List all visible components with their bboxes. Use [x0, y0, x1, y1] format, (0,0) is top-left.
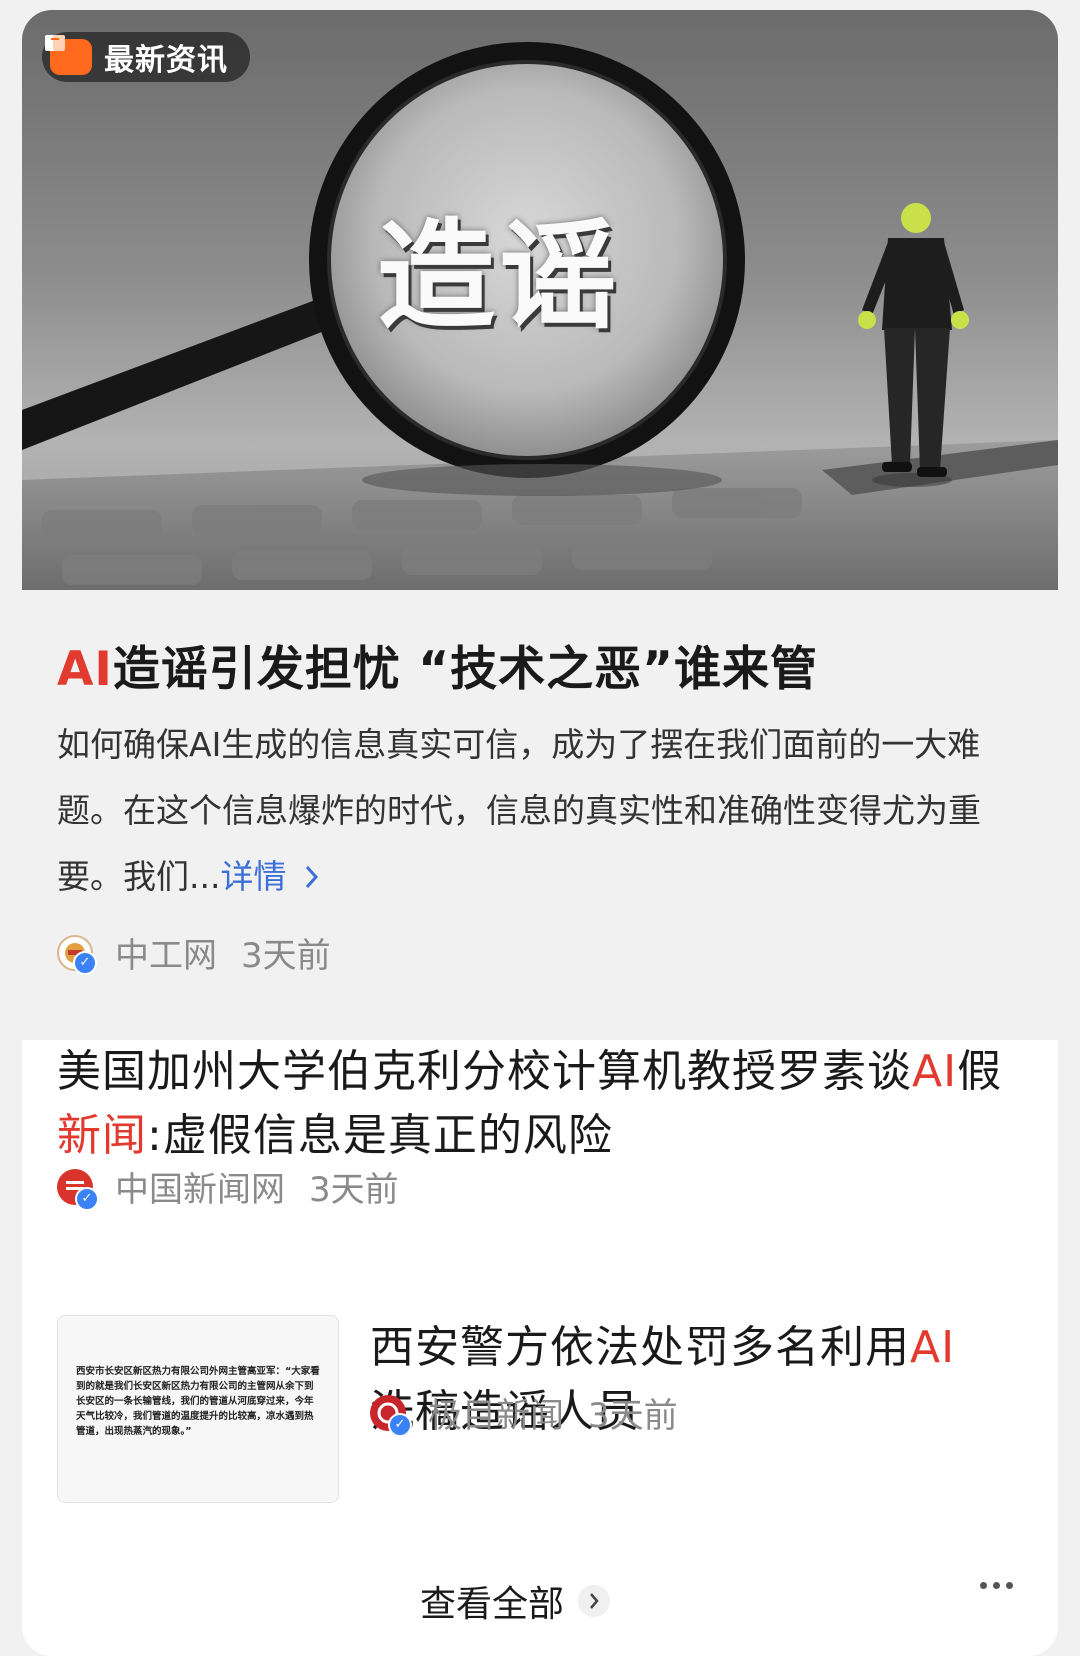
source-logo-icon: ✓ [57, 1168, 99, 1211]
publish-time: 3天前 [309, 1170, 399, 1210]
title-text: 造谣引发担忧 “技术之恶”谁来管 [112, 642, 819, 697]
summary-text: 如何确保AI生成的信息真实可信，成为了摆在我们面前的一大难题。在这个信息爆炸的时… [57, 725, 981, 896]
title-highlight: 新闻 [57, 1110, 147, 1161]
badge-label: 最新资讯 [104, 43, 228, 78]
title-highlight: AI [910, 1322, 956, 1373]
source-name[interactable]: 中国新闻网 [115, 1162, 285, 1211]
news-meta: ✓ 极目新闻 3天前 [370, 1388, 678, 1437]
thumbnail-text: 西安市长安区新区热力有限公司外网主管高亚军：“大家看到的就是我们长安区新区热力有… [76, 1366, 320, 1437]
publish-time: 3天前 [241, 936, 331, 976]
details-link[interactable]: 详情 [220, 857, 321, 896]
news-badge-icon [45, 35, 92, 75]
news-thumbnail[interactable]: 西安市长安区新区热力有限公司外网主管高亚军：“大家看到的就是我们长安区新区热力有… [57, 1315, 339, 1503]
verified-icon: ✓ [73, 950, 97, 975]
publish-time: 3天前 [588, 1396, 678, 1436]
news-card: 造谣 最新资讯 AI造谣引发担忧 “技术之恶”谁来管 如何确保AI生成的信息真实… [22, 10, 1058, 1656]
view-all-button[interactable]: 查看全部 [420, 1575, 611, 1627]
source-name[interactable]: 中工网 [115, 928, 217, 977]
details-label: 详情 [220, 857, 287, 896]
title-text: 西安警方依法处罚多名利用 [370, 1322, 910, 1373]
latest-news-badge: 最新资讯 [42, 32, 250, 82]
view-all-label: 查看全部 [420, 1584, 565, 1625]
news-title[interactable]: 美国加州大学伯克利分校计算机教授罗素谈AI假新闻:虚假信息是真正的风险 [57, 1040, 1037, 1168]
hero-magnified-word: 造谣 [377, 206, 622, 345]
hero-image[interactable]: 造谣 最新资讯 [22, 10, 1058, 590]
source-name[interactable]: 极目新闻 [428, 1388, 564, 1437]
featured-meta: ✓ 中工网 3天前 [57, 928, 331, 977]
verified-icon: ✓ [388, 1412, 412, 1437]
more-dots-icon[interactable] [980, 1570, 1013, 1600]
featured-summary: 如何确保AI生成的信息真实可信，成为了摆在我们面前的一大难题。在这个信息爆炸的时… [57, 712, 1017, 910]
chevron-right-icon [305, 865, 319, 889]
verified-icon: ✓ [75, 1186, 99, 1211]
title-highlight: AI [57, 642, 113, 697]
source-logo-icon: ✓ [57, 934, 97, 975]
news-meta: ✓ 中国新闻网 3天前 [57, 1162, 399, 1211]
title-text: 美国加州大学伯克利分校计算机教授罗素谈 [57, 1046, 912, 1097]
source-logo-icon: ✓ [370, 1394, 412, 1437]
chevron-right-icon [578, 1585, 611, 1617]
title-text: :虚假信息是真正的风险 [147, 1110, 613, 1161]
featured-article[interactable]: AI造谣引发担忧 “技术之恶”谁来管 如何确保AI生成的信息真实可信，成为了摆在… [22, 590, 1058, 1040]
title-highlight: AI [912, 1046, 958, 1097]
title-text: 假 [957, 1046, 1003, 1097]
featured-title[interactable]: AI造谣引发担忧 “技术之恶”谁来管 [57, 630, 1037, 699]
